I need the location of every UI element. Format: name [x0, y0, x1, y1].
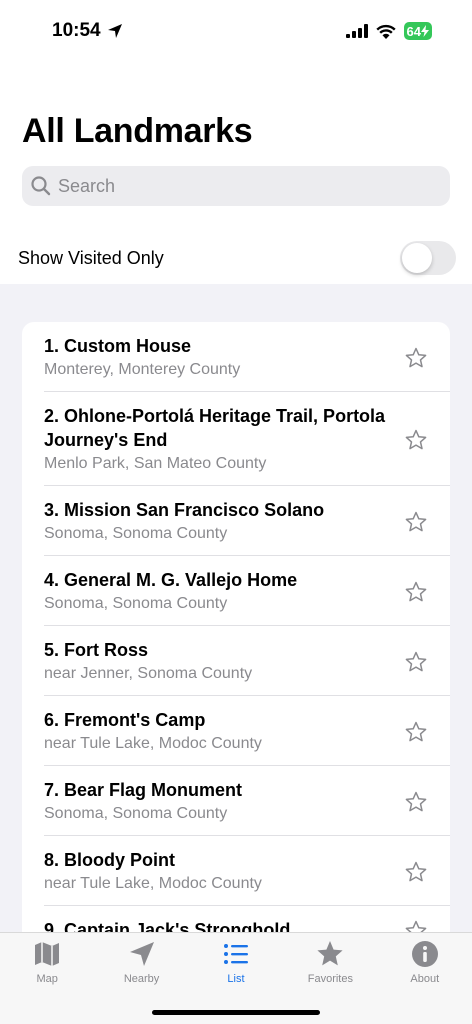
tab-nearby-label: Nearby — [123, 973, 160, 985]
list-item[interactable]: 2. Ohlone-Portolá Heritage Trail, Portol… — [22, 392, 450, 486]
list-item[interactable]: 4. General M. G. Vallejo Home Sonoma, So… — [22, 556, 450, 626]
wifi-icon — [375, 24, 396, 39]
info-icon — [411, 941, 438, 967]
list-item-text: 8. Bloody Point near Tule Lake, Modoc Co… — [44, 848, 404, 895]
star-outline-icon[interactable] — [404, 580, 428, 604]
list-item-title: 5. Fort Ross — [44, 640, 149, 660]
star-outline-icon[interactable] — [404, 650, 428, 674]
list-item[interactable]: 3. Mission San Francisco Solano Sonoma, … — [22, 486, 450, 556]
star-outline-icon[interactable] — [404, 860, 428, 884]
toggle-knob — [402, 243, 432, 273]
list-item-subtitle: Sonoma, Sonoma County — [44, 595, 228, 612]
star-outline-icon[interactable] — [404, 428, 428, 452]
star-outline-icon[interactable] — [404, 720, 428, 744]
list-item-title: 8. Bloody Point — [44, 850, 176, 870]
search-icon — [31, 176, 51, 196]
home-indicator — [152, 1010, 320, 1015]
list-item-text: 2. Ohlone-Portolá Heritage Trail, Portol… — [44, 404, 404, 475]
list-item-title: 2. Ohlone-Portolá Heritage Trail, Portol… — [44, 406, 386, 450]
show-visited-toggle[interactable] — [400, 241, 456, 275]
search-input[interactable] — [58, 175, 438, 197]
tab-list-label: List — [227, 973, 245, 985]
show-visited-row: Show Visited Only — [0, 236, 472, 280]
list-item-subtitle: Sonoma, Sonoma County — [44, 805, 228, 822]
status-time: 10:54 — [52, 20, 101, 41]
tab-about[interactable]: About — [378, 939, 472, 1024]
list-item-subtitle: near Tule Lake, Modoc County — [44, 875, 262, 892]
star-filled-icon — [317, 941, 343, 966]
status-time-group: 10:54 — [52, 20, 123, 42]
list-item-text: 4. General M. G. Vallejo Home Sonoma, So… — [44, 568, 404, 615]
location-arrow-icon — [107, 24, 122, 38]
star-outline-icon[interactable] — [404, 346, 428, 370]
tab-map[interactable]: Map — [0, 939, 94, 1024]
list-item[interactable]: 1. Custom House Monterey, Monterey Count… — [22, 322, 450, 392]
list-item-subtitle: Monterey, Monterey County — [44, 361, 241, 378]
map-icon — [35, 942, 60, 966]
list-item-subtitle: near Jenner, Sonoma County — [44, 665, 253, 682]
battery-indicator: 64 — [403, 22, 432, 40]
list-item-text: 7. Bear Flag Monument Sonoma, Sonoma Cou… — [44, 778, 404, 825]
list-item-text: 9. Captain Jack's Stronghold — [44, 918, 404, 932]
location-arrow-icon — [129, 942, 154, 966]
star-outline-icon[interactable] — [404, 790, 428, 814]
charging-bolt-icon — [421, 25, 429, 37]
landmark-list-area[interactable]: 1. Custom House Monterey, Monterey Count… — [0, 284, 472, 932]
list-item[interactable]: 8. Bloody Point near Tule Lake, Modoc Co… — [22, 836, 450, 906]
list-item-title: 3. Mission San Francisco Solano — [44, 500, 325, 520]
page-title: All Landmarks — [22, 112, 253, 150]
list-item[interactable]: 5. Fort Ross near Jenner, Sonoma County — [22, 626, 450, 696]
list-item-title: 9. Captain Jack's Stronghold — [44, 920, 291, 932]
cellular-signal-icon — [345, 24, 368, 38]
list-item-subtitle: Menlo Park, San Mateo County — [44, 455, 267, 472]
star-outline-icon[interactable] — [404, 510, 428, 534]
star-outline-icon[interactable] — [404, 919, 428, 933]
list-item-subtitle: Sonoma, Sonoma County — [44, 525, 228, 542]
tab-map-label: Map — [36, 973, 58, 985]
list-item-text: 3. Mission San Francisco Solano Sonoma, … — [44, 498, 404, 545]
tab-favorites-label: Favorites — [307, 973, 353, 985]
battery-level: 64 — [406, 23, 421, 39]
list-item[interactable]: 6. Fremont's Camp near Tule Lake, Modoc … — [22, 696, 450, 766]
search-bar[interactable] — [22, 166, 450, 206]
list-item-subtitle: near Tule Lake, Modoc County — [44, 735, 262, 752]
landmark-list: 1. Custom House Monterey, Monterey Count… — [22, 322, 450, 932]
list-item-title: 1. Custom House — [44, 336, 192, 356]
tab-about-label: About — [410, 973, 440, 985]
list-item[interactable]: 9. Captain Jack's Stronghold — [22, 906, 450, 932]
list-item-title: 7. Bear Flag Monument — [44, 780, 243, 800]
list-item-text: 6. Fremont's Camp near Tule Lake, Modoc … — [44, 708, 404, 755]
list-item-text: 1. Custom House Monterey, Monterey Count… — [44, 334, 404, 381]
list-item[interactable]: 7. Bear Flag Monument Sonoma, Sonoma Cou… — [22, 766, 450, 836]
list-item-text: 5. Fort Ross near Jenner, Sonoma County — [44, 638, 404, 685]
show-visited-label: Show Visited Only — [18, 247, 164, 268]
list-item-title: 4. General M. G. Vallejo Home — [44, 570, 298, 590]
status-indicators: 64 — [345, 22, 432, 40]
list-icon — [223, 944, 248, 964]
list-item-title: 6. Fremont's Camp — [44, 710, 206, 730]
status-bar: 10:54 64 — [0, 0, 472, 62]
